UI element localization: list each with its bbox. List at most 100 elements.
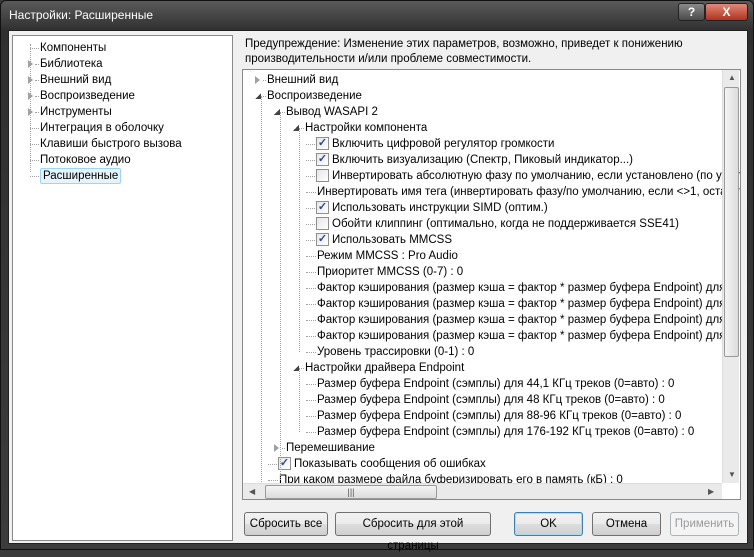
tree-line: [263, 96, 266, 97]
tree-row-label: Приоритет MMCSS (0-7) : 0: [317, 266, 464, 278]
apply-button[interactable]: Применить: [670, 512, 739, 536]
scroll-up-icon[interactable]: ▲: [728, 73, 736, 82]
expand-arrow-icon[interactable]: [274, 444, 279, 452]
tree-row-label: Размер буфера Endpoint (сэмплы) для 48 К…: [317, 394, 665, 406]
tree-line: [30, 48, 39, 49]
advanced-settings-tree: Внешний вид Воспроизведение Вывод WASAPI 2…: [242, 69, 741, 500]
tree-row-label: Уровень трассировки (0-1) : 0: [317, 346, 475, 358]
tree-line: [261, 96, 262, 499]
tree-row-label: Фактор кэширования (размер кэша = фактор…: [317, 282, 735, 294]
tree-line: [299, 128, 300, 352]
reset-all-button[interactable]: Сбросить все: [244, 512, 328, 536]
tree-row-label: Фактор кэширования (размер кэша = фактор…: [317, 298, 735, 310]
checkbox-unchecked[interactable]: [316, 217, 329, 230]
reset-page-button[interactable]: Сбросить для этой страницы: [335, 512, 491, 552]
tree-line: [301, 128, 304, 129]
tree-row-label: Размер буфера Endpoint (сэмплы) для 44,1…: [317, 378, 675, 390]
tree-line: [306, 336, 316, 337]
tree-line: [263, 80, 266, 81]
vertical-scrollbar[interactable]: ▲ ▼: [722, 70, 739, 483]
tree-line: [306, 320, 316, 321]
sidebar-item-label: Инструменты: [40, 106, 112, 118]
tree-row-label: Использовать инструкции SIMD (оптим.): [332, 202, 548, 214]
tree-row-label: Включить визуализацию (Спектр, Пиковый и…: [332, 154, 633, 166]
expand-arrow-icon[interactable]: [255, 76, 260, 84]
tree-line: [299, 368, 300, 432]
tree-line: [306, 288, 316, 289]
tree-row-label: Инвертировать абсолютную фазу по умолчан…: [332, 170, 741, 182]
window-title: Настройки: Расширенные: [9, 8, 154, 22]
tree-row-label: Размер буфера Endpoint (сэмплы) для 88-9…: [317, 410, 682, 422]
close-button[interactable]: X: [705, 3, 748, 21]
tree-row-label: Настройки драйвера Endpoint: [305, 362, 465, 374]
scroll-right-icon[interactable]: ▶: [708, 487, 714, 496]
tree-line: [282, 112, 285, 113]
tree-line: [30, 160, 39, 161]
sidebar-item-label: Интеграция в оболочку: [40, 122, 164, 134]
tree-line: [301, 368, 304, 369]
preferences-window: Настройки: Расширенные ? X Компоненты Биб…: [0, 0, 754, 552]
tree-line: [306, 224, 315, 225]
tree-row-label: Внешний вид: [267, 74, 339, 86]
tree-line: [35, 80, 39, 81]
checkbox-unchecked[interactable]: [316, 169, 329, 182]
warning-text: Предупреждение: Изменение этих параметро…: [245, 38, 683, 65]
sidebar-item-label: Компоненты: [40, 42, 107, 54]
sidebar-item-label: Библиотека: [40, 58, 103, 70]
tree-row-label: Размер буфера Endpoint (сэмплы) для 176-…: [317, 426, 695, 438]
scroll-left-icon[interactable]: ◀: [249, 487, 255, 496]
tree-line: [306, 432, 316, 433]
checkbox-checked[interactable]: ✓: [316, 233, 329, 246]
tree-line: [268, 464, 277, 465]
tree-row-label: Фактор кэширования (размер кэша = фактор…: [317, 330, 735, 342]
tree-row-label: Настройки компонента: [305, 122, 428, 134]
tree-line: [306, 416, 316, 417]
vertical-scroll-thumb[interactable]: [724, 87, 739, 357]
sidebar-item-label: Клавиши быстрого вызова: [40, 138, 182, 150]
horizontal-scroll-thumb[interactable]: |||: [265, 485, 437, 499]
tree-line: [306, 384, 316, 385]
tree-line: [35, 112, 39, 113]
tree-line: [280, 112, 281, 480]
tree-row-label: Фактор кэширования (размер кэша = фактор…: [317, 314, 735, 326]
tree-line: [35, 96, 39, 97]
checkbox-checked[interactable]: ✓: [316, 201, 329, 214]
tree-line: [35, 64, 39, 65]
scroll-down-icon[interactable]: ▼: [728, 470, 736, 479]
checkbox-checked[interactable]: ✓: [316, 153, 329, 166]
tree-line: [30, 144, 39, 145]
tree-row-label: Использовать MMCSS: [332, 234, 453, 246]
tree-line: [268, 480, 278, 481]
horizontal-scrollbar[interactable]: ◀ ||| ▶: [243, 483, 722, 499]
tree-line: [306, 192, 316, 193]
tree-line: [306, 272, 316, 273]
sidebar-item-label: Потоковое аудио: [40, 154, 131, 166]
tree-line: [306, 208, 315, 209]
tree-row-label: Вывод WASAPI 2: [286, 106, 378, 118]
tree-line: [306, 400, 316, 401]
checkbox-checked[interactable]: ✓: [316, 137, 329, 150]
tree-line: [306, 160, 315, 161]
sidebar-item-label: Расширенные: [40, 168, 122, 184]
help-button[interactable]: ?: [678, 3, 705, 21]
tree-line: [306, 304, 316, 305]
tree-row-label: Инвертировать имя тега (инвертировать фа…: [317, 186, 741, 198]
tree-row-label: Режим MMCSS : Pro Audio: [317, 250, 458, 262]
tree-line: [306, 176, 315, 177]
tree-line: [30, 44, 31, 172]
tree-line: [306, 352, 316, 353]
sidebar-item-label: Воспроизведение: [40, 90, 135, 102]
tree-row-label: Воспроизведение: [267, 90, 362, 102]
tree-row-label: Включить цифровой регулятор громкости: [332, 138, 555, 150]
sidebar-item-label: Внешний вид: [40, 74, 112, 86]
ok-button[interactable]: OK: [514, 512, 583, 536]
tree-line: [30, 176, 39, 177]
tree-line: [306, 144, 315, 145]
sidebar-tree: Компоненты Библиотека Внешний вид Воспроизв…: [12, 35, 233, 541]
tree-row-label: Перемешивание: [286, 442, 375, 454]
tree-row-label: Обойти клиппинг (оптимально, когда не по…: [332, 218, 679, 230]
cancel-button[interactable]: Отмена: [592, 512, 661, 536]
tree-line: [282, 448, 285, 449]
tree-line: [306, 256, 316, 257]
tree-line: [306, 240, 315, 241]
